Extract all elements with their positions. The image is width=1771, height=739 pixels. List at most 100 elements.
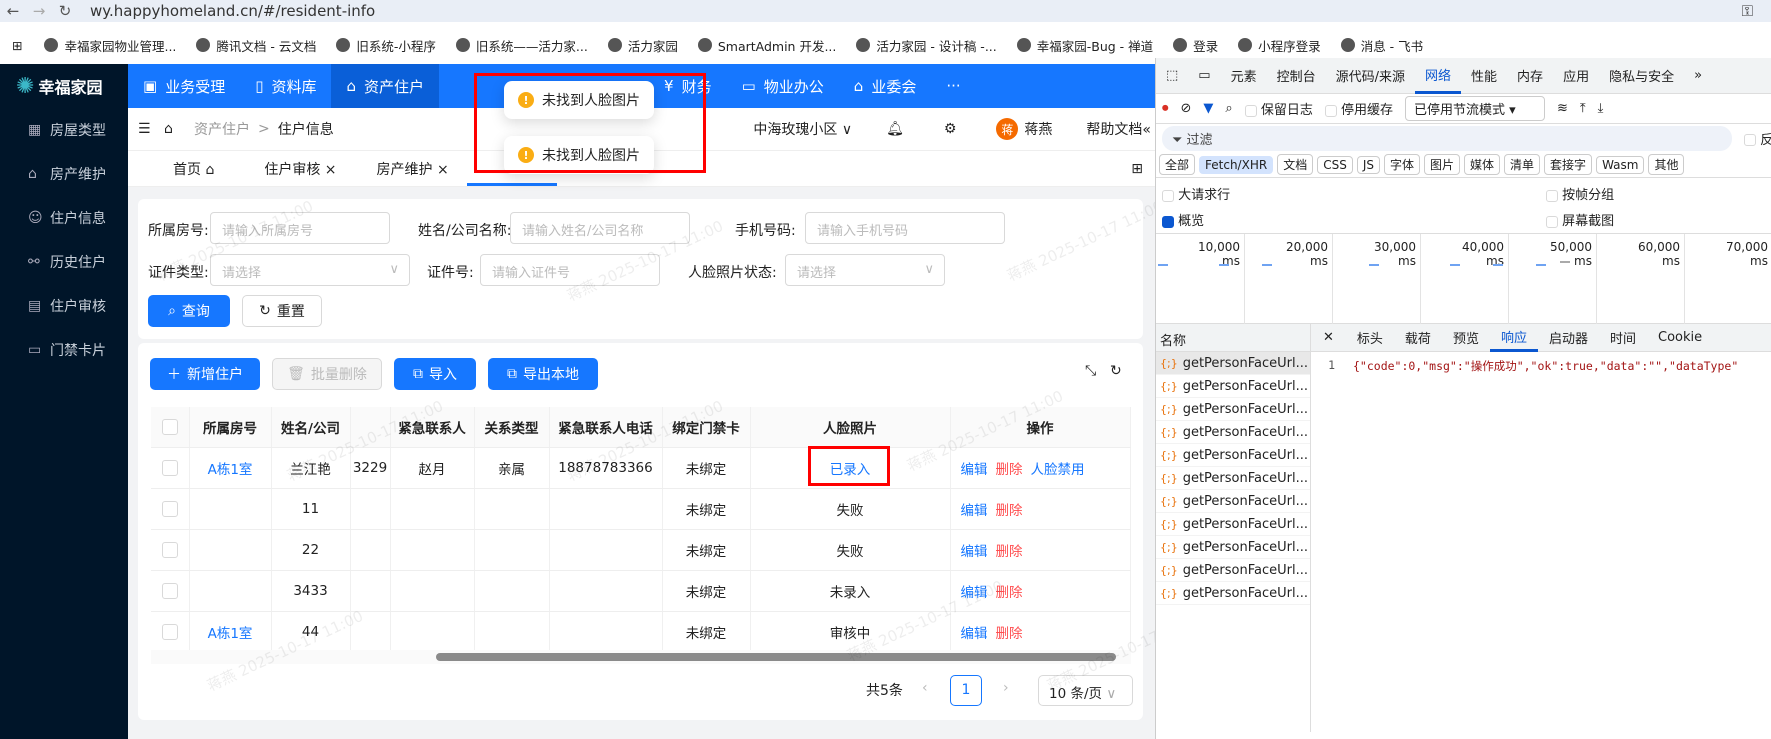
filter-input[interactable]: ⏷ 过滤: [1162, 125, 1732, 151]
tab-property-maintenance[interactable]: 房产维护 ×: [377, 159, 449, 179]
network-overview-timeline[interactable]: 10,000 ms 20,000 ms 30,000 ms 40,000 ms 50,0…: [1156, 234, 1771, 324]
top-nav-item[interactable]: ⌂ 业委会: [839, 64, 932, 108]
sidebar-item[interactable]: ⚯ 历史住户: [0, 240, 128, 284]
type-filter-chip[interactable]: 媒体: [1464, 154, 1501, 175]
bell-icon[interactable]: 🔔︎: [886, 121, 904, 137]
devtools-tab[interactable]: 源代码/来源: [1326, 58, 1415, 94]
menu-fold-icon[interactable]: ☰: [138, 121, 164, 137]
tab-active-indicator[interactable]: [466, 183, 557, 186]
type-filter-chip[interactable]: 文档: [1277, 154, 1314, 175]
device-icon[interactable]: ▭: [1188, 58, 1220, 94]
devtools-tab[interactable]: 网络: [1415, 58, 1462, 94]
add-resident-button[interactable]: ＋新增住户: [150, 358, 260, 390]
edit-link[interactable]: 编辑: [961, 585, 988, 601]
apps-icon[interactable]: ⊞: [12, 38, 22, 53]
type-filter-chip[interactable]: 字体: [1383, 154, 1420, 175]
home-icon[interactable]: ⌂: [164, 121, 194, 137]
detail-tab[interactable]: 启动器: [1538, 324, 1599, 352]
community-select[interactable]: 中海玫瑰小区 ∨: [753, 119, 852, 139]
search-field[interactable]: 请选择 ∨: [210, 254, 410, 286]
group-by-frame-checkbox[interactable]: 按帧分组: [1546, 184, 1614, 203]
devtools-tab[interactable]: 应用: [1553, 58, 1599, 94]
type-filter-chip[interactable]: Wasm: [1596, 155, 1645, 174]
prev-page-icon[interactable]: ‹: [922, 680, 928, 696]
page-size-select[interactable]: 10 条/页 ∨: [1038, 675, 1133, 706]
type-filter-chip[interactable]: 套接字: [1544, 154, 1593, 175]
delete-link[interactable]: 删除: [996, 585, 1023, 601]
room-link[interactable]: A栋1室: [208, 626, 253, 642]
next-page-icon[interactable]: ›: [1003, 680, 1009, 696]
select-all-checkbox[interactable]: [161, 418, 178, 435]
key-icon[interactable]: ⚿: [1742, 2, 1753, 20]
type-filter-chip[interactable]: JS: [1356, 155, 1380, 174]
row-checkbox[interactable]: [161, 623, 178, 640]
settings-icon[interactable]: ⚙: [944, 121, 957, 137]
room-link[interactable]: A栋1室: [208, 462, 253, 478]
request-row[interactable]: {;} getPersonFaceUrl...: [1156, 375, 1310, 398]
request-row[interactable]: {;} getPersonFaceUrl...: [1156, 421, 1310, 444]
avatar[interactable]: 蒋: [996, 118, 1019, 140]
request-row[interactable]: {;} getPersonFaceUrl...: [1156, 467, 1310, 490]
disable-cache-checkbox[interactable]: 停用缓存: [1324, 99, 1393, 118]
detail-tab[interactable]: Cookie: [1647, 324, 1713, 352]
help-docs-link[interactable]: 帮助文档«: [1086, 119, 1151, 139]
type-filter-chip[interactable]: CSS: [1317, 155, 1353, 174]
bookmark-item[interactable]: 旧系统-小程序: [336, 36, 436, 55]
more-tabs-icon[interactable]: »: [1684, 58, 1712, 94]
devtools-tab[interactable]: 性能: [1461, 58, 1507, 94]
filter-icon[interactable]: ▼: [1203, 101, 1213, 116]
row-checkbox[interactable]: [161, 500, 178, 517]
sidebar-item[interactable]: ⌂ 房产维护: [0, 152, 128, 196]
edit-link[interactable]: 编辑: [961, 626, 988, 642]
forward-icon[interactable]: →: [26, 2, 52, 20]
edit-link[interactable]: 编辑: [961, 462, 988, 478]
tab-resident-audit[interactable]: 住户审核 ×: [264, 159, 336, 179]
search-field[interactable]: 请输入手机号码: [805, 212, 1005, 244]
inspect-icon[interactable]: ⬚: [1156, 58, 1188, 94]
top-nav-item[interactable]: ▯ 资料库: [240, 64, 331, 108]
edit-link[interactable]: 编辑: [961, 503, 988, 519]
reload-icon[interactable]: ↻: [52, 2, 78, 20]
delete-link[interactable]: 删除: [996, 626, 1023, 642]
record-icon[interactable]: ⏺: [1162, 101, 1169, 116]
bookmark-item[interactable]: 幸福家园-Bug - 禅道: [1016, 36, 1153, 55]
sidebar-item[interactable]: ▭ 门禁卡片: [0, 328, 128, 372]
close-detail-icon[interactable]: ✕: [1311, 330, 1346, 345]
bookmark-item[interactable]: 活力家园 - 设计稿 -...: [856, 36, 997, 55]
search-field[interactable]: 请选择 ∨: [785, 254, 945, 286]
grid-icon[interactable]: ⊞: [1131, 161, 1143, 177]
request-row[interactable]: {;} getPersonFaceUrl...: [1156, 398, 1310, 421]
delete-link[interactable]: 删除: [996, 544, 1023, 560]
top-nav-item[interactable]: ⌂ 资产住户: [331, 64, 440, 108]
search-field[interactable]: 请输入所属房号: [210, 212, 390, 244]
download-icon[interactable]: ⤓: [1598, 101, 1604, 116]
big-rows-checkbox[interactable]: 大请求行: [1162, 184, 1230, 203]
bookmark-item[interactable]: 旧系统——活力家...: [455, 36, 588, 55]
back-icon[interactable]: ←: [0, 2, 26, 20]
import-button[interactable]: ⧉ 导入: [394, 358, 476, 390]
devtools-tab[interactable]: 元素: [1221, 58, 1267, 94]
request-row[interactable]: {;} getPersonFaceUrl...: [1156, 513, 1310, 536]
preserve-log-checkbox[interactable]: 保留日志: [1244, 99, 1313, 118]
fullscreen-icon[interactable]: ⤡: [1085, 363, 1096, 379]
page-1[interactable]: 1: [950, 675, 982, 706]
request-row[interactable]: {;} getPersonFaceUrl...: [1156, 490, 1310, 513]
top-nav-item[interactable]: ▣ 业务受理: [128, 64, 240, 108]
bookmark-item[interactable]: 幸福家园物业管理...: [44, 36, 176, 55]
detail-tab[interactable]: 时间: [1599, 324, 1647, 352]
disable-face-link[interactable]: 人脸禁用: [1031, 462, 1085, 478]
reset-button[interactable]: ↻ 重置: [242, 295, 322, 327]
bookmark-item[interactable]: 活力家园: [607, 36, 678, 55]
devtools-tab[interactable]: 隐私与安全: [1599, 58, 1684, 94]
search-icon[interactable]: ⌕: [1225, 101, 1232, 116]
detail-tab[interactable]: 载荷: [1394, 324, 1442, 352]
top-nav-item[interactable]: ···: [931, 64, 975, 108]
bookmark-item[interactable]: 消息 - 飞书: [1340, 36, 1423, 55]
sidebar-item[interactable]: ▦ 房屋类型: [0, 108, 128, 152]
delete-link[interactable]: 删除: [996, 462, 1023, 478]
type-filter-chip[interactable]: 全部: [1159, 154, 1196, 175]
scrollbar-thumb[interactable]: [436, 653, 1116, 661]
invert-checkbox[interactable]: 反转: [1744, 129, 1771, 148]
devtools-tab[interactable]: 内存: [1507, 58, 1553, 94]
breadcrumb-parent[interactable]: 资产住户: [194, 119, 250, 139]
